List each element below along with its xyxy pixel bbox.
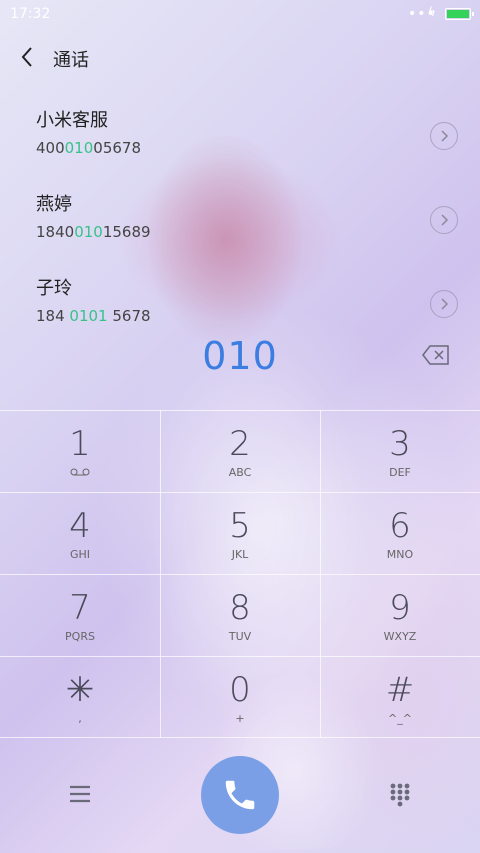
key-1[interactable]: 1 (0, 410, 160, 492)
contact-name: 子玲 (36, 278, 72, 299)
chevron-right-icon (441, 214, 449, 226)
keypad-icon[interactable] (389, 782, 411, 808)
contact-number: 184 0101 5678 (36, 307, 151, 325)
key-3[interactable]: 3 DEF (320, 410, 480, 492)
contact-detail-button[interactable] (430, 290, 458, 318)
dial-keypad: 1 2 ABC 3 DEF 4 GHI 5 JKL 6 MNO 7 PQRS 8… (0, 410, 480, 738)
key-6[interactable]: 6 MNO (320, 492, 480, 574)
chevron-right-icon (441, 130, 449, 142)
header: 通话 (0, 38, 480, 78)
menu-icon[interactable] (69, 784, 91, 804)
key-4[interactable]: 4 GHI (0, 492, 160, 574)
contact-number: 40001005678 (36, 139, 141, 157)
back-chevron-icon[interactable] (18, 44, 38, 70)
dialed-number: 010 (202, 334, 278, 378)
chevron-right-icon (441, 298, 449, 310)
key-5[interactable]: 5 JKL (160, 492, 320, 574)
contact-name: 小米客服 (36, 110, 108, 131)
key-7[interactable]: 7 PQRS (0, 574, 160, 656)
status-time: 17:32 (10, 6, 51, 22)
contact-name: 燕婷 (36, 194, 72, 215)
page-title: 通话 (53, 50, 89, 71)
battery-icon (445, 8, 474, 20)
contact-item[interactable]: 小米客服 40001005678 (0, 106, 480, 176)
charging-icon: ϟ (428, 5, 436, 19)
key-9[interactable]: 9 WXYZ (320, 574, 480, 656)
voicemail-icon (70, 468, 90, 476)
key-hash[interactable]: # ^_^ (320, 656, 480, 738)
contact-detail-button[interactable] (430, 206, 458, 234)
backspace-icon[interactable] (422, 344, 450, 366)
phone-icon (225, 780, 255, 810)
key-8[interactable]: 8 TUV (160, 574, 320, 656)
contact-detail-button[interactable] (430, 122, 458, 150)
contact-number: 184001015689 (36, 223, 151, 241)
key-0[interactable]: 0 + (160, 656, 320, 738)
key-star[interactable]: ✳ , (0, 656, 160, 738)
call-button[interactable] (201, 756, 279, 834)
status-bar: 17:32 ••• ϟ (0, 0, 480, 28)
key-2[interactable]: 2 ABC (160, 410, 320, 492)
contact-item[interactable]: 燕婷 184001015689 (0, 190, 480, 260)
bottom-bar (0, 738, 480, 853)
